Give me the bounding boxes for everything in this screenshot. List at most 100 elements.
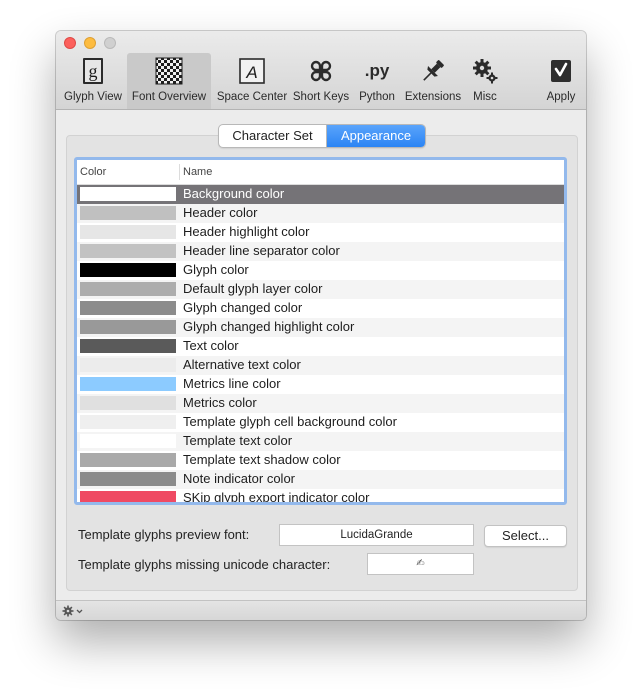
toolbar-label: Apply	[546, 91, 576, 103]
color-table: Color Name Background color Header color H…	[74, 157, 567, 505]
color-swatch[interactable]	[80, 225, 176, 239]
color-swatch[interactable]	[80, 434, 176, 448]
toolbar-item-space-center[interactable]: A Space Center	[213, 53, 291, 109]
table-row[interactable]: Metrics line color	[77, 375, 564, 394]
toolbar-item-extensions[interactable]: Extensions	[402, 53, 464, 109]
tab-character-set[interactable]: Character Set	[219, 125, 327, 147]
tab-control: Character Set Appearance	[218, 124, 426, 148]
select-font-button[interactable]: Select...	[484, 525, 567, 547]
column-separator	[179, 164, 180, 180]
table-row[interactable]: Header highlight color	[77, 223, 564, 242]
table-row[interactable]: Metrics color	[77, 394, 564, 413]
color-name: Glyph changed highlight color	[183, 319, 355, 334]
command-key-icon	[310, 60, 332, 82]
color-swatch[interactable]	[80, 491, 176, 502]
python-glyph: .py	[365, 61, 390, 80]
table-row[interactable]: Template text color	[77, 432, 564, 451]
toolbar-item-font-overview[interactable]: Font Overview	[127, 53, 211, 109]
column-header-color[interactable]: Color	[80, 166, 106, 178]
color-swatch[interactable]	[80, 358, 176, 372]
color-name: SKip glyph export indicator color	[183, 490, 370, 502]
preferences-window: g Glyph View Font Overview A Space Cente…	[56, 31, 586, 620]
table-row[interactable]: Header color	[77, 204, 564, 223]
table-row[interactable]: Default glyph layer color	[77, 280, 564, 299]
color-name: Header line separator color	[183, 243, 340, 258]
zoom-window-button[interactable]	[104, 37, 116, 49]
color-name: Background color	[183, 186, 285, 201]
minimize-window-button[interactable]	[84, 37, 96, 49]
color-swatch[interactable]	[80, 320, 176, 334]
toolbar-item-misc[interactable]: Misc	[464, 53, 506, 109]
color-name: Default glyph layer color	[183, 281, 323, 296]
color-swatch[interactable]	[80, 187, 176, 201]
color-name: Metrics color	[183, 395, 257, 410]
missing-char-field[interactable]: ✍	[367, 553, 474, 575]
toolbar-label: Short Keys	[292, 91, 350, 103]
table-row[interactable]: Template glyph cell background color	[77, 413, 564, 432]
font-overview-icon	[155, 57, 183, 85]
color-name: Glyph changed color	[183, 300, 303, 315]
color-swatch[interactable]	[80, 339, 176, 353]
close-window-button[interactable]	[64, 37, 76, 49]
tab-appearance[interactable]: Appearance	[327, 125, 425, 147]
color-name: Alternative text color	[183, 357, 301, 372]
preview-font-label: Template glyphs preview font:	[78, 527, 250, 542]
space-center-letter: A	[245, 63, 257, 82]
space-center-icon: A	[239, 58, 265, 84]
table-row[interactable]: Glyph color	[77, 261, 564, 280]
bottom-bar	[56, 600, 586, 620]
toolbar-label: Misc	[473, 91, 497, 103]
table-body: Background color Header color Header highl…	[77, 185, 564, 502]
toolbar-label: Python	[359, 91, 395, 103]
color-swatch[interactable]	[80, 396, 176, 410]
color-swatch[interactable]	[80, 301, 176, 315]
python-icon: .py	[365, 61, 390, 80]
toolbar-item-python[interactable]: .py Python	[351, 53, 403, 109]
toolbar-item-glyph-view[interactable]: g Glyph View	[60, 53, 126, 109]
preview-font-field[interactable]: LucidaGrande	[279, 524, 474, 546]
table-row[interactable]: Glyph changed color	[77, 299, 564, 318]
color-swatch[interactable]	[80, 244, 176, 258]
color-name: Header highlight color	[183, 224, 310, 239]
chevron-down-icon	[76, 609, 83, 614]
table-row[interactable]: Template text shadow color	[77, 451, 564, 470]
action-gear-menu[interactable]	[62, 605, 84, 617]
color-swatch[interactable]	[80, 206, 176, 220]
color-name: Template text shadow color	[183, 452, 341, 467]
color-swatch[interactable]	[80, 377, 176, 391]
table-row[interactable]: Note indicator color	[77, 470, 564, 489]
color-name: Text color	[183, 338, 239, 353]
color-name: Note indicator color	[183, 471, 295, 486]
color-name: Metrics line color	[183, 376, 281, 391]
table-row[interactable]: SKip glyph export indicator color	[77, 489, 564, 502]
toolbar-item-short-keys[interactable]: Short Keys	[292, 53, 350, 109]
color-name: Header color	[183, 205, 258, 220]
column-header-name[interactable]: Name	[183, 166, 212, 178]
glyph-view-letter: g	[89, 61, 98, 81]
toolbar-item-apply[interactable]: Apply	[538, 53, 584, 109]
color-swatch[interactable]	[80, 263, 176, 277]
table-row[interactable]: Header line separator color	[77, 242, 564, 261]
toolbar-label: Font Overview	[131, 91, 207, 103]
color-name: Glyph color	[183, 262, 249, 277]
color-swatch[interactable]	[80, 472, 176, 486]
toolbar-label: Extensions	[404, 91, 462, 103]
table-row[interactable]: Alternative text color	[77, 356, 564, 375]
toolbar: g Glyph View Font Overview A Space Cente…	[56, 31, 586, 110]
table-row[interactable]: Glyph changed highlight color	[77, 318, 564, 337]
color-name: Template glyph cell background color	[183, 414, 397, 429]
table-row[interactable]: Background color	[77, 185, 564, 204]
color-name: Template text color	[183, 433, 293, 448]
color-swatch[interactable]	[80, 282, 176, 296]
toolbar-label: Glyph View	[64, 91, 122, 103]
apply-icon	[551, 60, 571, 82]
glyph-view-icon: g	[83, 58, 103, 84]
toolbar-label: Space Center	[216, 91, 288, 103]
color-swatch[interactable]	[80, 415, 176, 429]
color-swatch[interactable]	[80, 453, 176, 467]
pin-icon	[423, 60, 444, 81]
table-row[interactable]: Text color	[77, 337, 564, 356]
table-header: Color Name	[77, 160, 564, 185]
missing-char-label: Template glyphs missing unicode characte…	[78, 557, 331, 572]
gears-icon	[473, 59, 498, 84]
